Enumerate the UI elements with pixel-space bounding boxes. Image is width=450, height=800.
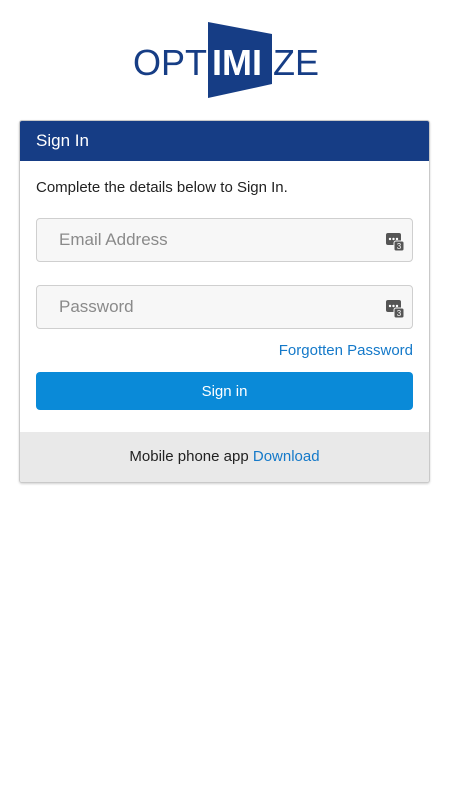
logo-text-mid: IMI — [212, 42, 262, 83]
password-input[interactable] — [37, 286, 377, 328]
sign-in-button[interactable]: Sign in — [36, 372, 413, 410]
footer-text: Mobile phone app — [129, 448, 253, 465]
email-input[interactable] — [37, 219, 377, 261]
card-body: Complete the details below to Sign In. 3 — [20, 161, 429, 432]
forgotten-password-link[interactable]: Forgotten Password — [279, 342, 413, 359]
download-link[interactable]: Download — [253, 448, 320, 465]
login-page: OPT IMI ZE Sign In Complete the details … — [0, 0, 450, 800]
email-field[interactable]: 3 — [36, 218, 413, 262]
logo-text-left: OPT — [133, 42, 207, 83]
keyboard-icon[interactable]: 3 — [386, 231, 404, 251]
card-footer: Mobile phone app Download — [20, 432, 429, 482]
intro-text: Complete the details below to Sign In. — [36, 179, 288, 196]
logo-text-right: ZE — [273, 42, 319, 83]
svg-text:3: 3 — [397, 242, 402, 251]
svg-text:3: 3 — [397, 309, 402, 318]
keyboard-icon[interactable]: 3 — [386, 298, 404, 318]
sign-in-card: Sign In Complete the details below to Si… — [19, 120, 430, 483]
card-header: Sign In — [20, 121, 429, 161]
password-field[interactable]: 3 — [36, 285, 413, 329]
optimize-logo: OPT IMI ZE — [132, 22, 320, 98]
